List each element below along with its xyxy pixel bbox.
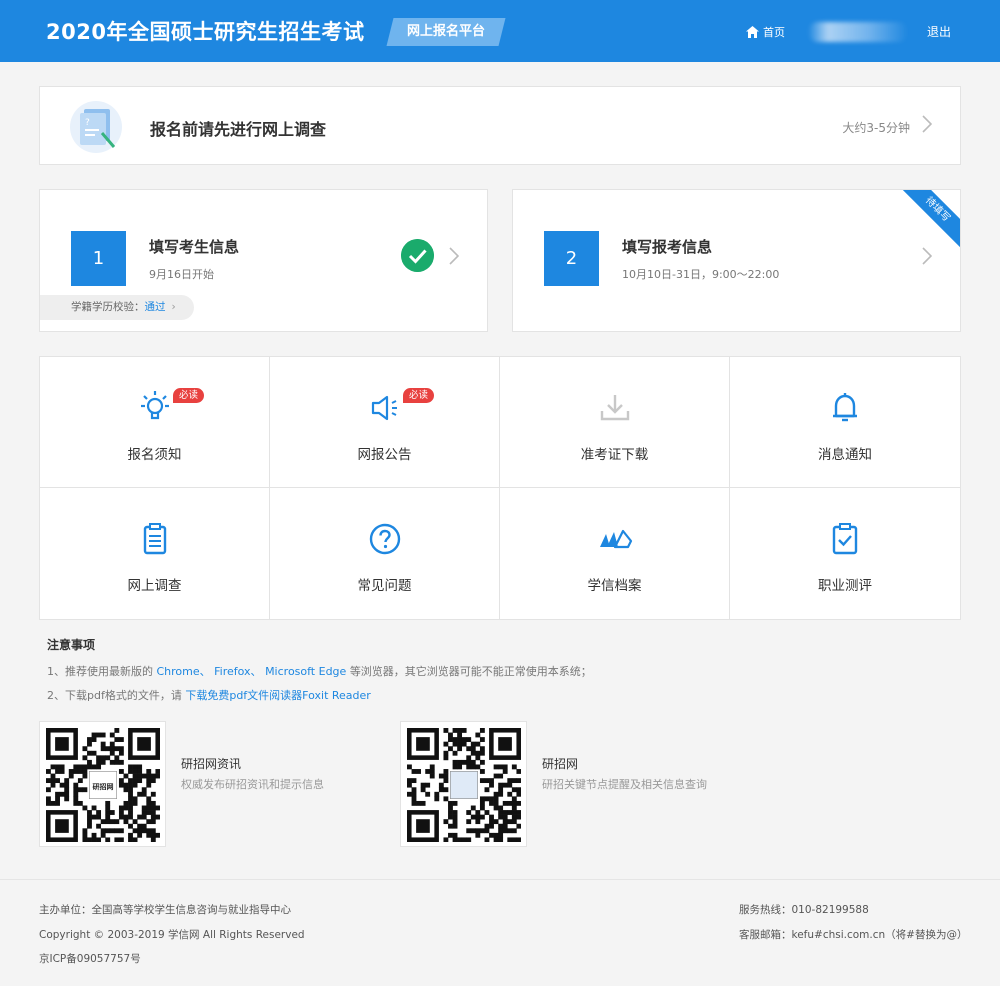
checklist-icon [832,523,858,555]
svg-text:?: ? [85,118,90,128]
notice-title: 注意事项 [47,638,96,652]
qr-code-image: 研招网 [46,728,160,842]
home-label: 首页 [763,26,785,39]
grid-item-registration-notice[interactable]: 必读 报名须知 [40,357,270,488]
verify-label: 学籍学历校验： [71,301,145,313]
grid-item-admission-ticket[interactable]: 准考证下载 [500,357,730,488]
lightbulb-icon [141,391,169,420]
step-number: 1 [71,231,126,286]
chrome-link[interactable]: Chrome、 [157,665,211,678]
qr-code-image [407,728,521,842]
bell-icon [833,393,857,422]
chevron-right-icon [922,115,932,133]
step-card-student-info[interactable]: 1 填写考生信息 9月16日开始 学籍学历校验：通过 › [39,189,488,332]
step-subtitle: 10月10日-31日，9:00～22:00 [622,268,780,281]
logout-link[interactable]: 退出 [927,23,951,40]
step-title: 填写报考信息 [622,238,713,256]
check-circle-icon [401,239,434,272]
grid-item-career-assessment[interactable]: 职业测评 [730,488,960,619]
qr-code-yanzhao [400,721,527,847]
grid-item-notifications[interactable]: 消息通知 [730,357,960,488]
platform-tag-label: 网上报名平台 [406,24,485,39]
footer-email: 客服邮箱：kefu#chsi.com.cn（将#替换为@） [739,929,968,941]
qr-title: 研招网 [542,757,579,771]
notice-section: 注意事项 1、推荐使用最新版的 Chrome、 Firefox、 Microso… [47,636,847,711]
grid-item-label: 网上调查 [127,578,182,594]
step-title: 填写考生信息 [149,238,240,256]
qr-title: 研招网资讯 [181,757,242,771]
footer-icp[interactable]: 京ICP备09057757号 [39,951,141,966]
grid-item-faq[interactable]: 常见问题 [270,488,500,619]
question-icon [369,523,401,555]
pending-ribbon: 待填写 [894,190,960,253]
notice-line-pdf: 2、下载pdf格式的文件，请 下载免费pdf文件阅读器Foxit Reader [47,687,847,703]
grid-item-label: 消息通知 [818,447,872,463]
chevron-right-icon [449,247,459,265]
grid-item-label: 常见问题 [357,578,412,594]
must-read-badge: 必读 [403,388,435,403]
notice-line-browsers: 1、推荐使用最新版的 Chrome、 Firefox、 Microsoft Ed… [47,663,847,679]
verify-status-pill: 学籍学历校验：通过 › [40,295,194,320]
megaphone-icon [371,395,397,421]
download-icon [600,395,630,421]
grid-item-label: 报名须知 [127,447,182,463]
survey-banner[interactable]: ? 报名前请先进行网上调查 大约3-5分钟 [39,86,961,165]
top-header: 2020年全国硕士研究生招生考试 网上报名平台 首页 退出 [0,0,1000,62]
verify-pass-link[interactable]: 通过 [145,301,166,313]
foxit-reader-link[interactable]: 下载免费pdf文件阅读器Foxit Reader [185,689,370,702]
step-card-application-info[interactable]: 2 填写报考信息 10月10日-31日，9:00～22:00 待填写 [512,189,961,332]
step-number: 2 [544,231,599,286]
home-link[interactable]: 首页 [746,24,785,40]
step-subtitle: 9月16日开始 [149,268,214,281]
firefox-link[interactable]: Firefox、 [214,665,261,678]
qr-code-news: 研招网 [39,721,166,847]
archive-icon [600,529,633,549]
grid-item-xuexin-archive[interactable]: 学信档案 [500,488,730,619]
must-read-badge: 必读 [173,388,205,403]
clipboard-icon [143,523,167,555]
svg-text:研招网: 研招网 [93,782,114,791]
footer-host: 主办单位：全国高等学校学生信息咨询与就业指导中心 [39,904,291,916]
feature-grid: 必读 报名须知 必读 网报公告 准考证下载 消息通知 网上调查 常见问题 学信档… [39,356,961,620]
notice-text: 1、推荐使用最新版的 [47,665,153,678]
survey-illustration-icon: ? [70,101,122,153]
footer-hotline: 服务热线：010-82199588 [739,904,869,916]
grid-item-label: 准考证下载 [580,447,649,463]
survey-text: 报名前请先进行网上调查 [150,120,327,139]
qr-description: 权威发布研招资讯和提示信息 [181,778,324,791]
page-title: 2020年全国硕士研究生招生考试 [46,20,365,44]
platform-tag: 网上报名平台 [386,18,506,46]
grid-item-announcement[interactable]: 必读 网报公告 [270,357,500,488]
home-icon [746,26,759,38]
qr-description: 研招关键节点提醒及相关信息查询 [542,778,707,791]
grid-item-label: 职业测评 [818,578,872,594]
notice-text: 等浏览器，其它浏览器可能不能正常使用本系统； [349,665,592,678]
notice-text: 2、下载pdf格式的文件，请 [47,689,182,702]
chevron-right-icon: › [171,301,176,313]
page-footer: 主办单位：全国高等学校学生信息咨询与就业指导中心 Copyright © 200… [0,879,1000,986]
edge-link[interactable]: Microsoft Edge [265,665,346,678]
grid-item-online-survey[interactable]: 网上调查 [40,488,270,619]
footer-copyright: Copyright © 2003-2019 学信网 All Rights Res… [39,929,305,941]
user-name-blurred [808,22,908,42]
grid-item-label: 网报公告 [357,447,412,463]
grid-item-label: 学信档案 [587,578,642,594]
chevron-right-icon [922,247,932,265]
survey-time: 大约3-5分钟 [842,121,910,135]
